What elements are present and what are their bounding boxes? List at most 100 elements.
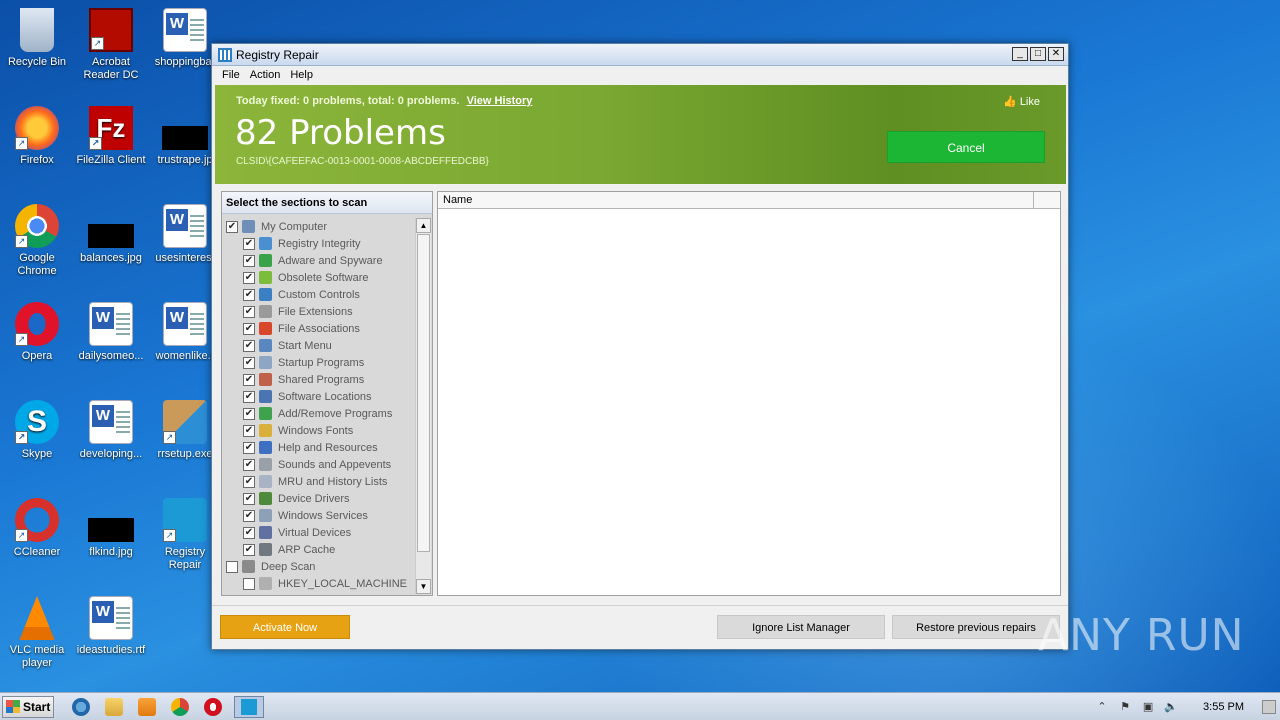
results-list[interactable]: Name [437,191,1061,596]
tree-item-checkbox[interactable]: ✔ [243,543,255,556]
tree-item[interactable]: ✔ Adware and Spyware [224,252,414,269]
tree-item-checkbox[interactable]: ✔ [243,356,255,369]
tree-item[interactable]: HKEY_LOCAL_MACHINE [224,575,414,592]
tree-item[interactable]: ✔ Software Locations [224,388,414,405]
clock[interactable]: 3:55 PM [1203,701,1244,713]
tree-item[interactable]: ✔ My Computer [224,218,414,235]
desktop-icon-developing[interactable]: developing... [74,400,148,461]
scroll-down-button[interactable]: ▼ [416,579,431,594]
section-icon [259,407,272,420]
tree-item[interactable]: ✔ ARP Cache [224,541,414,558]
maximize-button[interactable]: □ [1030,47,1046,61]
action-center-flag-icon[interactable]: ⚑ [1118,700,1132,714]
file-explorer-icon[interactable] [105,697,123,716]
tree-item-checkbox[interactable]: ✔ [243,441,255,454]
tree-item[interactable]: ✔ Device Drivers [224,490,414,507]
registry-repair-window: Registry Repair _ □ ✕ File Action Help T… [211,43,1069,650]
tree-item[interactable]: ✔ Custom Controls [224,286,414,303]
desktop-icon-vlc[interactable]: VLC media player [0,596,74,670]
network-icon[interactable]: ▣ [1141,700,1155,714]
word-doc-icon [163,204,207,248]
tree-item-checkbox[interactable]: ✔ [243,305,255,318]
tree-item-checkbox[interactable]: ✔ [243,271,255,284]
tree-item[interactable]: ✔ Add/Remove Programs [224,405,414,422]
desktop-icon-opera[interactable]: ↗ Opera [0,302,74,363]
desktop-icon-ccleaner[interactable]: ↗ CCleaner [0,498,74,559]
tree-item[interactable]: ✔ Startup Programs [224,354,414,371]
tree-item[interactable]: ✔ Start Menu [224,337,414,354]
menu-action[interactable]: Action [246,69,287,81]
scroll-thumb[interactable] [417,234,430,552]
tree-item-checkbox[interactable]: ✔ [243,475,255,488]
column-header-name[interactable]: Name [438,192,1034,208]
title-bar[interactable]: Registry Repair _ □ ✕ [212,44,1068,66]
restore-previous-repairs-button[interactable]: Restore previous repairs [892,615,1060,639]
cancel-button[interactable]: Cancel [887,131,1045,163]
tree-item-checkbox[interactable]: ✔ [243,390,255,403]
today-fixed-status: Today fixed: 0 problems, total: 0 proble… [236,95,532,107]
desktop-icon-label: VLC media player [9,644,65,669]
opera-taskbar-icon[interactable] [204,697,222,716]
chrome-taskbar-icon[interactable] [171,697,189,716]
tree-item[interactable]: ✔ Registry Integrity [224,235,414,252]
tree-item-checkbox[interactable]: ✔ [243,458,255,471]
show-desktop-button[interactable] [1262,699,1276,714]
desktop-icon-recycle-bin[interactable]: Recycle Bin [0,8,74,69]
tree-item[interactable]: ✔ Shared Programs [224,371,414,388]
menu-file[interactable]: File [218,69,246,81]
show-hidden-icons-icon[interactable]: ⌃ [1095,700,1109,714]
close-button[interactable]: ✕ [1048,47,1064,61]
desktop-icon-balances[interactable]: balances.jpg [74,204,148,265]
volume-icon[interactable]: 🔈 [1164,700,1178,714]
tree-item-checkbox[interactable] [243,577,255,590]
scroll-up-button[interactable]: ▲ [416,218,431,233]
tree-item-checkbox[interactable] [226,560,238,573]
activate-now-button[interactable]: Activate Now [220,615,350,639]
desktop-icon-flkind[interactable]: flkind.jpg [74,498,148,559]
tree-item-label: Device Drivers [278,492,350,505]
start-button[interactable]: Start [2,695,54,718]
desktop-icon-firefox[interactable]: ↗ Firefox [0,106,74,167]
watermark: ANY RUN [1038,610,1245,661]
ignore-list-manager-button[interactable]: Ignore List Manager [717,615,885,639]
desktop-icon-label: Acrobat Reader DC [83,56,139,81]
tree-item-checkbox[interactable]: ✔ [243,339,255,352]
tree-item[interactable]: ✔ Obsolete Software [224,269,414,286]
taskbar-registry-repair[interactable] [234,695,264,718]
desktop-icon-ideastudies[interactable]: ideastudies.rtf [74,596,148,657]
menu-help[interactable]: Help [286,69,319,81]
section-icon [259,322,272,335]
tree-item[interactable]: ✔ Windows Services [224,507,414,524]
tree-item-checkbox[interactable]: ✔ [243,288,255,301]
view-history-link[interactable]: View History [467,95,533,107]
tree-item-checkbox[interactable]: ✔ [243,407,255,420]
tree-item[interactable]: ✔ MRU and History Lists [224,473,414,490]
tree-item[interactable]: ✔ File Extensions [224,303,414,320]
tree-item-checkbox[interactable]: ✔ [243,526,255,539]
thumbs-up-icon: 👍 [1003,96,1017,108]
desktop-icon-skype[interactable]: S ↗ Skype [0,400,74,461]
minimize-button[interactable]: _ [1012,47,1028,61]
tree-item[interactable]: ✔ Virtual Devices [224,524,414,541]
tree-item-checkbox[interactable]: ✔ [243,254,255,267]
tree-item[interactable]: ✔ Sounds and Appevents [224,456,414,473]
media-player-icon[interactable] [138,697,156,716]
tree-item[interactable]: ✔ Help and Resources [224,439,414,456]
desktop-icon-chrome[interactable]: ↗ Google Chrome [0,204,74,278]
tree-item-checkbox[interactable]: ✔ [243,509,255,522]
tree-item[interactable]: ✔ File Associations [224,320,414,337]
tree-item[interactable]: ✔ Windows Fonts [224,422,414,439]
desktop-icon-acrobat[interactable]: ↗ Acrobat Reader DC [74,8,148,82]
tree-item-checkbox[interactable]: ✔ [243,237,255,250]
tree-item[interactable]: Deep Scan [224,558,414,575]
tree-scrollbar[interactable]: ▲ ▼ [415,218,431,594]
tree-item-checkbox[interactable]: ✔ [226,220,238,233]
like-button[interactable]: 👍 Like [1003,95,1040,108]
internet-explorer-icon[interactable] [72,697,90,716]
desktop-icon-filezilla[interactable]: Fz ↗ FileZilla Client [74,106,148,167]
tree-item-checkbox[interactable]: ✔ [243,424,255,437]
desktop-icon-dailysomeo[interactable]: dailysomeo... [74,302,148,363]
tree-item-checkbox[interactable]: ✔ [243,492,255,505]
tree-item-checkbox[interactable]: ✔ [243,373,255,386]
tree-item-checkbox[interactable]: ✔ [243,322,255,335]
